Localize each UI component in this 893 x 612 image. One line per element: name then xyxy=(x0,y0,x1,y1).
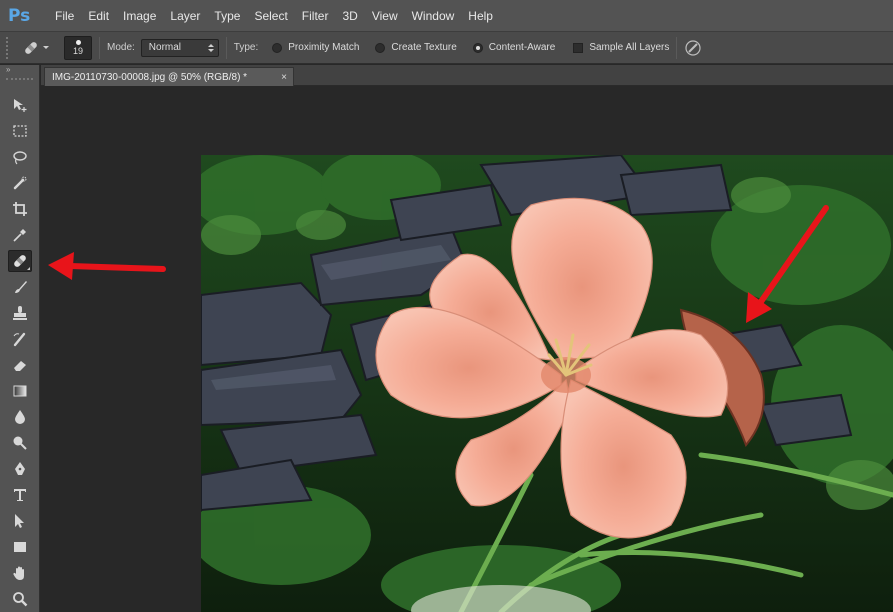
panel-collapse-icon[interactable]: » xyxy=(0,65,39,75)
pen-tool-button[interactable] xyxy=(8,458,32,480)
menu-bar: Ps File Edit Image Layer Type Select Fil… xyxy=(0,0,893,32)
blur-drop-icon xyxy=(15,410,25,424)
options-bar-grip[interactable] xyxy=(6,36,12,59)
blur-tool-button[interactable] xyxy=(8,406,32,428)
eyedropper-tool-button[interactable] xyxy=(8,224,32,246)
proximity-match-label[interactable]: Proximity Match xyxy=(288,42,359,53)
spot-healing-icon xyxy=(25,41,49,54)
path-select-icon xyxy=(15,514,24,528)
menu-3d[interactable]: 3D xyxy=(335,0,364,32)
sample-all-layers-label[interactable]: Sample All Layers xyxy=(589,42,669,53)
radio-create-texture[interactable] xyxy=(375,42,386,53)
type-tool-button[interactable] xyxy=(8,484,32,506)
menu-window[interactable]: Window xyxy=(405,0,462,32)
shape-tool-button[interactable] xyxy=(8,536,32,558)
menu-file[interactable]: File xyxy=(48,0,81,32)
type-label: Type: xyxy=(233,42,259,53)
eraser-icon xyxy=(14,361,26,371)
document-image[interactable] xyxy=(201,155,893,612)
eyedropper-icon xyxy=(13,229,26,242)
crop-tool-button[interactable] xyxy=(8,198,32,220)
brush-size-picker[interactable]: 19 xyxy=(64,35,92,60)
lasso-icon xyxy=(13,151,27,165)
pressure-size-icon[interactable] xyxy=(684,39,702,57)
divider xyxy=(676,36,678,59)
hand-tool-button[interactable] xyxy=(8,562,32,584)
updown-chevron-icon xyxy=(207,43,214,52)
marquee-tool-button[interactable] xyxy=(8,120,32,142)
mode-select-value: Normal xyxy=(148,42,182,53)
menu-edit[interactable]: Edit xyxy=(81,0,116,32)
tools-panel: » xyxy=(0,65,40,612)
pen-icon xyxy=(15,462,25,475)
mode-select[interactable]: Normal xyxy=(140,38,219,57)
lasso-tool-button[interactable] xyxy=(8,146,32,168)
photoshop-logo: Ps xyxy=(8,5,31,26)
eraser-tool-button[interactable] xyxy=(8,354,32,376)
move-icon xyxy=(14,99,27,112)
tool-group-indicator xyxy=(27,267,30,270)
close-icon[interactable]: × xyxy=(281,72,287,83)
rectangle-icon xyxy=(14,542,26,552)
spot-healing-icon xyxy=(14,255,26,267)
radio-content-aware[interactable] xyxy=(472,42,483,53)
crop-icon xyxy=(13,202,27,216)
brush-tool-button[interactable] xyxy=(8,276,32,298)
history-brush-icon xyxy=(13,332,26,347)
menu-layer[interactable]: Layer xyxy=(163,0,207,32)
document-tab[interactable]: IMG-20110730-00008.jpg @ 50% (RGB/8) * × xyxy=(44,67,294,86)
gradient-tool-button[interactable] xyxy=(8,380,32,402)
mode-label: Mode: xyxy=(107,42,135,53)
sample-all-layers-checkbox[interactable] xyxy=(573,42,584,53)
create-texture-label[interactable]: Create Texture xyxy=(391,42,456,53)
menu-image[interactable]: Image xyxy=(116,0,163,32)
divider xyxy=(99,36,100,59)
stamp-icon xyxy=(13,306,27,320)
quick-select-icon xyxy=(13,176,27,190)
path-selection-tool-button[interactable] xyxy=(8,510,32,532)
content-aware-label[interactable]: Content-Aware xyxy=(489,42,556,53)
menu-help[interactable]: Help xyxy=(461,0,500,32)
brush-tip-icon xyxy=(75,39,81,45)
brush-size-value: 19 xyxy=(72,45,83,56)
quick-selection-tool-button[interactable] xyxy=(8,172,32,194)
radio-proximity-match[interactable] xyxy=(272,42,283,53)
gradient-icon xyxy=(13,385,27,397)
history-brush-tool-button[interactable] xyxy=(8,328,32,350)
menu-filter[interactable]: Filter xyxy=(295,0,336,32)
rect-marquee-icon xyxy=(13,125,27,137)
document-tab-bar: IMG-20110730-00008.jpg @ 50% (RGB/8) * × xyxy=(41,65,893,86)
hand-icon xyxy=(13,566,24,580)
move-tool-button[interactable] xyxy=(8,94,32,116)
flower-photo xyxy=(201,155,893,612)
brush-icon xyxy=(15,281,27,293)
tool-preset-picker[interactable] xyxy=(18,36,54,60)
menu-view[interactable]: View xyxy=(365,0,405,32)
divider xyxy=(225,36,227,59)
document-tab-title: IMG-20110730-00008.jpg @ 50% (RGB/8) * xyxy=(52,71,248,83)
zoom-tool-button[interactable] xyxy=(8,588,32,610)
type-icon xyxy=(14,489,26,501)
clone-stamp-tool-button[interactable] xyxy=(8,302,32,324)
canvas-area[interactable] xyxy=(41,86,893,612)
zoom-icon xyxy=(13,592,28,607)
panel-grip[interactable] xyxy=(6,78,33,86)
dodge-tool-button[interactable] xyxy=(8,432,32,454)
menu-type[interactable]: Type xyxy=(207,0,247,32)
menu-select[interactable]: Select xyxy=(247,0,294,32)
options-bar: 19 Mode: Normal Type: Proximity Match Cr… xyxy=(0,32,893,64)
spot-healing-brush-tool-button[interactable] xyxy=(8,250,32,272)
dodge-icon xyxy=(13,436,27,450)
chevron-down-icon xyxy=(43,45,49,49)
